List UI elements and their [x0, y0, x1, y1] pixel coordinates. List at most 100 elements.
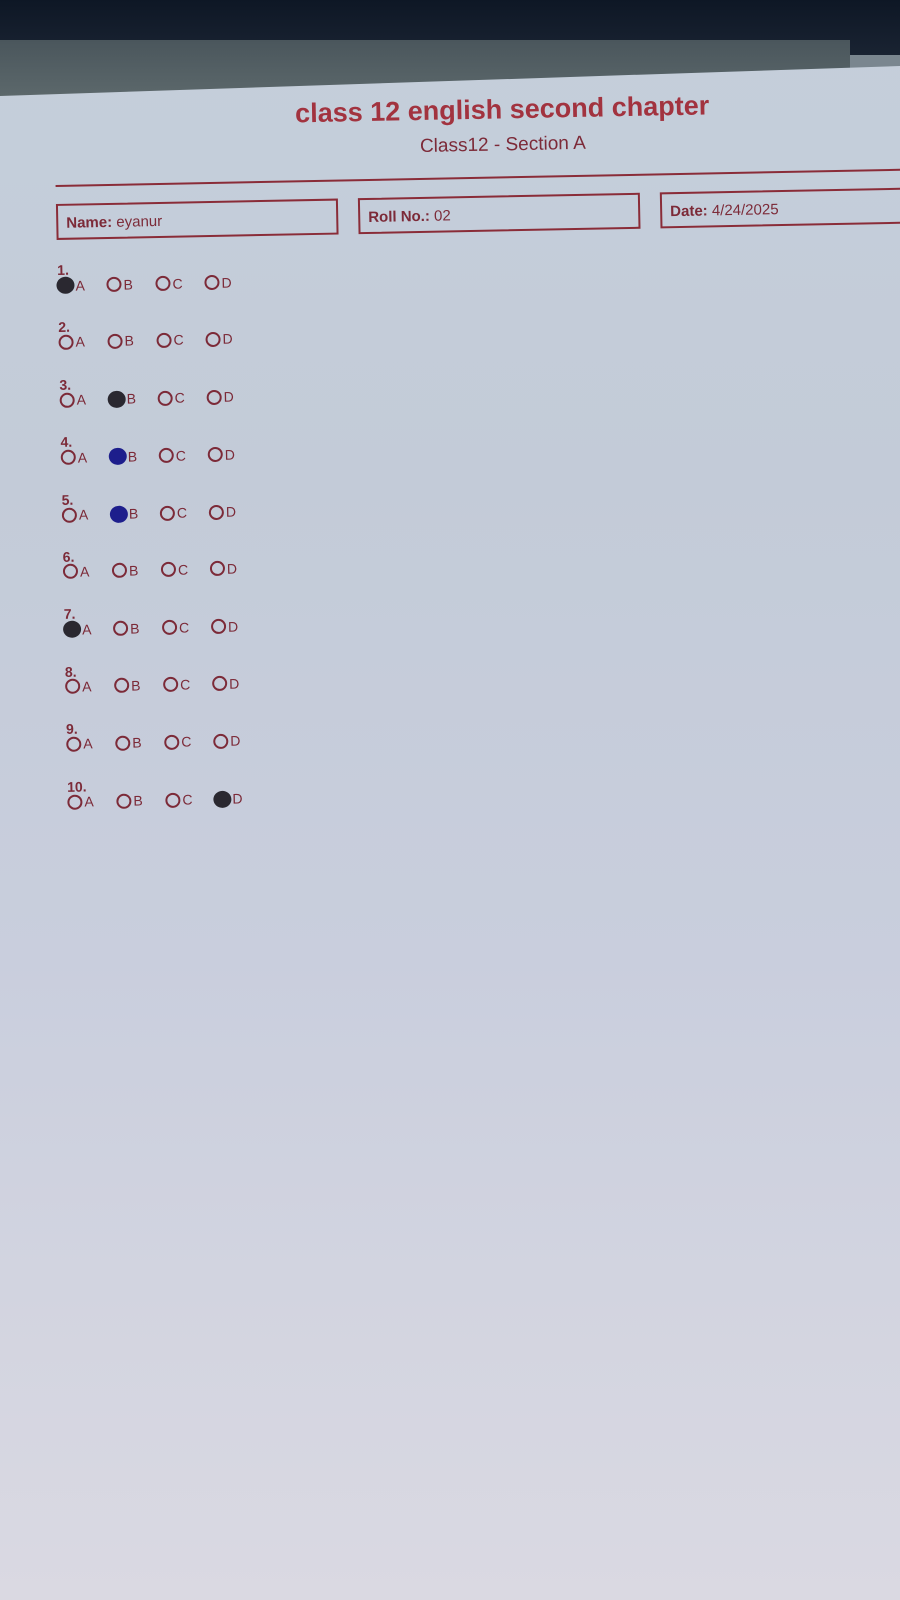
answer-bubble[interactable] [107, 333, 123, 349]
answer-bubble[interactable] [160, 562, 177, 578]
answer-option-a[interactable]: A [58, 333, 107, 350]
answer-option-d[interactable]: D [213, 732, 262, 749]
answer-bubble[interactable] [58, 334, 74, 350]
option-letter: A [75, 276, 85, 294]
answer-option-d[interactable]: D [212, 675, 261, 692]
answer-bubble[interactable] [65, 678, 81, 695]
answer-bubble[interactable] [163, 676, 179, 693]
answer-bubble[interactable] [66, 736, 82, 752]
answer-bubble[interactable] [205, 331, 221, 348]
answer-option-a[interactable]: A [65, 678, 114, 695]
answer-option-d[interactable]: D [206, 388, 256, 405]
answer-option-a[interactable]: A [66, 735, 115, 752]
option-letter: D [225, 503, 237, 520]
answer-option-b[interactable]: B [109, 505, 160, 523]
answer-bubble[interactable] [108, 447, 127, 466]
question-row: 8. A B C D [65, 663, 240, 722]
answer-bubble[interactable] [207, 446, 223, 463]
answer-option-c[interactable]: C [164, 733, 213, 750]
answer-option-a[interactable]: A [56, 276, 106, 294]
answer-option-b[interactable]: B [112, 620, 162, 637]
option-letter: C [178, 619, 190, 636]
answer-bubble[interactable] [158, 447, 174, 464]
question-row: 5. A B C D [61, 491, 236, 549]
answer-option-d[interactable]: D [205, 331, 254, 348]
answer-option-c[interactable]: C [155, 275, 204, 292]
answer-option-a[interactable]: A [62, 620, 113, 639]
answer-option-b[interactable]: B [106, 276, 155, 293]
answer-bubble[interactable] [60, 449, 76, 466]
answer-bubble[interactable] [208, 504, 225, 520]
answer-option-a[interactable]: A [60, 449, 110, 466]
answer-option-c[interactable]: C [161, 619, 211, 636]
answer-bubble[interactable] [59, 392, 75, 408]
answer-option-c[interactable]: C [160, 561, 210, 578]
answer-option-b[interactable]: B [114, 677, 163, 694]
answer-bubble[interactable] [67, 794, 83, 810]
answer-option-b[interactable]: B [115, 734, 164, 751]
date-label: Date: [670, 202, 708, 221]
answer-bubble[interactable] [206, 389, 222, 405]
answer-bubble[interactable] [115, 735, 131, 751]
answer-bubble[interactable] [107, 390, 126, 408]
option-letter: C [180, 676, 191, 693]
answer-bubble[interactable] [156, 332, 172, 348]
answer-option-d[interactable]: D [204, 274, 253, 291]
answer-bubble[interactable] [210, 619, 227, 635]
option-letter: D [226, 560, 238, 577]
answer-option-c[interactable]: C [157, 389, 207, 406]
option-letter: B [126, 390, 137, 407]
answer-bubble[interactable] [62, 620, 82, 639]
question-number: 2. [58, 319, 71, 336]
answer-option-d[interactable]: D [213, 790, 263, 808]
answer-bubble[interactable] [114, 677, 130, 694]
option-letter: C [182, 791, 193, 808]
answer-option-a[interactable]: A [59, 391, 109, 408]
answer-bubble[interactable] [116, 793, 132, 809]
answer-option-b[interactable]: B [108, 447, 159, 466]
answer-bubble[interactable] [212, 676, 228, 692]
answer-option-c[interactable]: C [165, 791, 214, 808]
answer-bubble[interactable] [157, 390, 173, 406]
answer-bubble[interactable] [165, 792, 181, 808]
answer-option-b[interactable]: B [116, 792, 165, 809]
answer-option-b[interactable]: B [111, 562, 161, 579]
answer-option-a[interactable]: A [62, 563, 112, 580]
option-letter: A [76, 391, 87, 408]
answer-bubble[interactable] [209, 561, 226, 577]
answer-option-a[interactable]: A [67, 793, 116, 810]
answer-bubble[interactable] [61, 507, 78, 523]
option-letter: B [132, 734, 142, 751]
option-letter: D [227, 618, 239, 635]
answer-bubble[interactable] [56, 276, 75, 294]
option-letter: C [173, 331, 184, 349]
answer-bubble[interactable] [155, 275, 171, 292]
answer-bubble[interactable] [164, 734, 180, 750]
answer-bubble[interactable] [213, 733, 229, 749]
answer-option-d[interactable]: D [210, 618, 260, 635]
answer-options: A B C D [66, 732, 262, 752]
answer-option-d[interactable]: D [209, 560, 259, 577]
answer-option-c[interactable]: C [158, 447, 208, 464]
answer-option-c[interactable]: C [156, 332, 205, 349]
answer-option-b[interactable]: B [107, 332, 156, 349]
answer-option-d[interactable]: D [208, 503, 258, 520]
answer-option-b[interactable]: B [107, 390, 158, 408]
option-letter: D [224, 446, 236, 463]
answer-option-d[interactable]: D [207, 446, 257, 463]
answer-bubble[interactable] [159, 505, 176, 521]
answer-option-c[interactable]: C [159, 504, 209, 521]
answer-option-a[interactable]: A [61, 506, 111, 523]
question-row: 2. A B C D [58, 319, 233, 377]
answer-bubble[interactable] [213, 790, 232, 808]
answer-bubble[interactable] [204, 274, 220, 291]
option-letter: C [181, 733, 192, 750]
answer-bubble[interactable] [106, 276, 122, 293]
answer-bubble[interactable] [62, 564, 79, 580]
question-list: 1. A B C D 2. A B C D 3. A B C D 4. A B C D 5. A B C D 6. A B C D 7. A B… [56, 262, 243, 837]
answer-bubble[interactable] [111, 563, 128, 579]
answer-bubble[interactable] [112, 621, 129, 637]
answer-option-c[interactable]: C [163, 676, 212, 693]
answer-bubble[interactable] [161, 620, 178, 636]
answer-bubble[interactable] [109, 505, 129, 523]
